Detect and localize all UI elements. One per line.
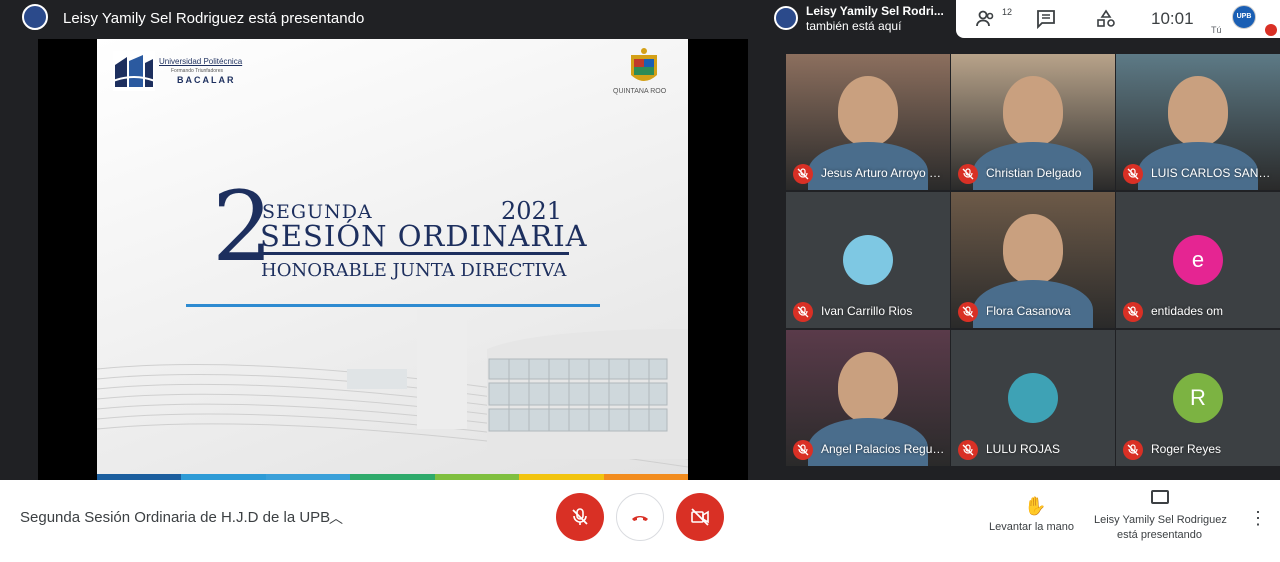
participant-name: Roger Reyes	[1151, 442, 1222, 456]
participant-tile[interactable]: Jesus Arturo Arroyo F...	[786, 54, 950, 190]
title-rule	[259, 252, 569, 255]
mic-off-icon	[958, 302, 978, 322]
people-count-badge: 12	[1002, 7, 1013, 17]
participant-name: LULU ROJAS	[986, 442, 1061, 456]
participant-video	[1003, 76, 1063, 146]
participant-name: Christian Delgado	[986, 166, 1082, 180]
clock: 10:01	[1151, 9, 1194, 28]
participant-avatar	[1008, 373, 1058, 423]
also-here-notice[interactable]: Leisy Yamily Sel Rodri... también está a…	[766, 0, 956, 38]
participant-video	[1168, 76, 1228, 146]
university-logo	[113, 51, 155, 91]
university-slogan: Formando Triunfadores	[171, 68, 223, 74]
meeting-title[interactable]: Segunda Sesión Ordinaria de H.J.D de la …	[20, 509, 330, 526]
camera-off-icon	[691, 508, 709, 526]
participant-name: Ivan Carrillo Rios	[821, 304, 913, 318]
self-label: Tú	[1211, 25, 1222, 35]
mic-off-icon	[1123, 302, 1143, 322]
mic-off-icon	[958, 164, 978, 184]
presenting-line-1[interactable]: Leisy Yamily Sel Rodriguez	[1094, 514, 1227, 526]
presenting-line-2[interactable]: está presentando	[1117, 529, 1202, 541]
slide-blue-rule	[186, 304, 600, 307]
participant-name: LUIS CARLOS SANTA...	[1151, 166, 1275, 180]
participant-tile[interactable]: R Roger Reyes	[1116, 330, 1280, 466]
participant-tile[interactable]: Christian Delgado	[951, 54, 1115, 190]
university-campus: BACALAR	[177, 75, 236, 85]
end-call-button[interactable]	[616, 493, 664, 541]
mic-off-icon	[958, 440, 978, 460]
people-icon[interactable]	[975, 8, 997, 30]
activities-icon[interactable]	[1095, 8, 1117, 30]
participant-avatar	[843, 235, 893, 285]
present-icon[interactable]	[1151, 490, 1169, 504]
state-name: QUINTANA ROO	[613, 88, 667, 95]
mic-off-button[interactable]	[556, 493, 604, 541]
self-avatar[interactable]: UPB	[1232, 5, 1256, 29]
participant-video	[838, 76, 898, 146]
chevron-up-icon[interactable]: ︿	[329, 508, 343, 528]
raise-hand-icon[interactable]: ✋	[1024, 496, 1046, 517]
participant-avatar: e	[1173, 235, 1223, 285]
participant-tile[interactable]: LUIS CARLOS SANTA...	[1116, 54, 1280, 190]
raise-hand-label[interactable]: Levantar la mano	[989, 521, 1074, 533]
more-options-icon[interactable]: ⋮	[1249, 508, 1267, 529]
chat-icon[interactable]	[1035, 8, 1057, 30]
participant-tile[interactable]: LULU ROJAS	[951, 330, 1115, 466]
quintana-roo-shield	[631, 48, 657, 81]
participant-tile[interactable]: Flora Casanova	[951, 192, 1115, 328]
participant-tile[interactable]: Angel Palacios Regules	[786, 330, 950, 466]
participant-name: entidades om	[1151, 304, 1224, 318]
participant-name: Angel Palacios Regules	[821, 442, 945, 456]
mic-off-icon	[1123, 440, 1143, 460]
bottom-bar: Segunda Sesión Ordinaria de H.J.D de la …	[0, 480, 1280, 562]
participant-name: Jesus Arturo Arroyo F...	[821, 166, 945, 180]
participant-video	[1003, 214, 1063, 284]
also-here-avatar	[774, 6, 798, 30]
presenter-avatar	[22, 4, 48, 30]
participant-avatar: R	[1173, 373, 1223, 423]
mic-off-icon	[572, 508, 588, 525]
mic-off-icon	[793, 302, 813, 322]
presentation-slide: Universidad Politécnica Formando Triunfa…	[97, 39, 688, 480]
mic-off-icon	[1123, 164, 1143, 184]
university-name: Universidad Politécnica	[159, 57, 243, 66]
self-mic-off-icon	[1265, 24, 1277, 36]
participant-tile[interactable]: e entidades om	[1116, 192, 1280, 328]
also-here-text: también está aquí	[806, 19, 902, 33]
mic-off-icon	[793, 164, 813, 184]
also-here-name: Leisy Yamily Sel Rodri...	[806, 4, 944, 18]
participant-tile[interactable]: Ivan Carrillo Rios	[786, 192, 950, 328]
building-illustration	[97, 309, 688, 468]
slide-subtitle: HONORABLE JUNTA DIRECTIVA	[261, 260, 567, 281]
presenter-title: Leisy Yamily Sel Rodriguez está presenta…	[63, 10, 365, 27]
participant-name: Flora Casanova	[986, 304, 1071, 318]
end-call-icon	[632, 516, 648, 521]
slide-title: SESIÓN ORDINARIA	[260, 219, 588, 253]
mic-off-icon	[793, 440, 813, 460]
camera-off-button[interactable]	[676, 493, 724, 541]
participant-video	[838, 352, 898, 422]
